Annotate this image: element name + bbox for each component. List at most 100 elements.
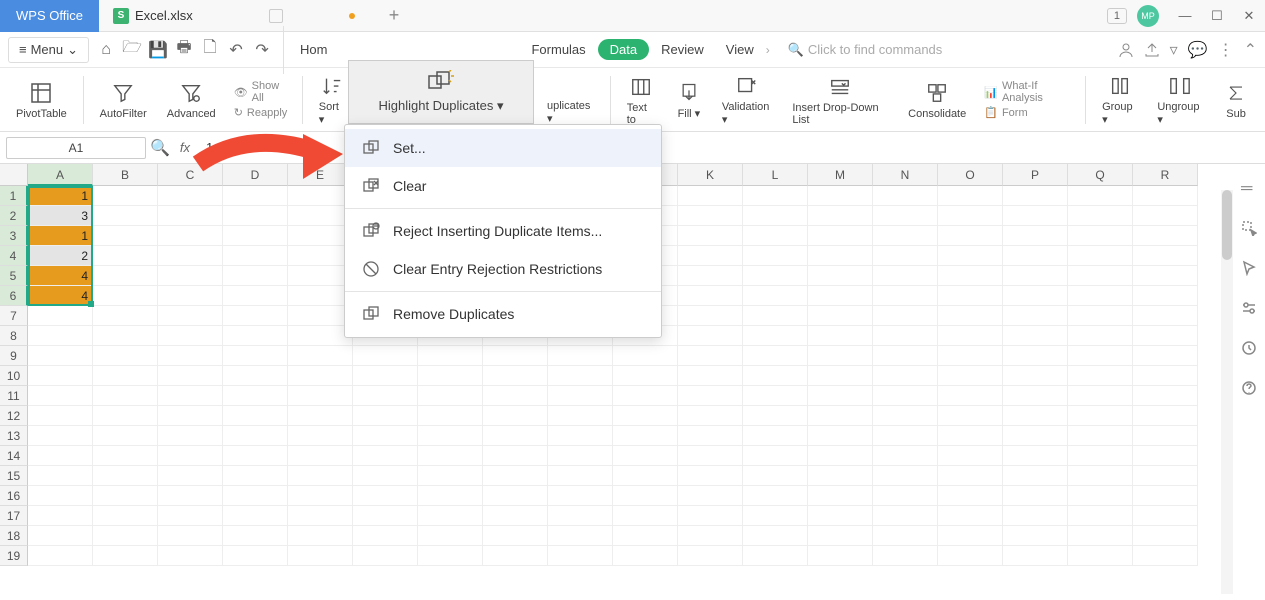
cell-Q1[interactable] [1068, 186, 1133, 206]
cell-K19[interactable] [678, 546, 743, 566]
cell-O19[interactable] [938, 546, 1003, 566]
cell-L18[interactable] [743, 526, 808, 546]
cell-C19[interactable] [158, 546, 223, 566]
cell-L13[interactable] [743, 426, 808, 446]
cell-K4[interactable] [678, 246, 743, 266]
print-icon[interactable]: 🖶 [175, 41, 193, 59]
cell-A17[interactable] [28, 506, 93, 526]
column-header-O[interactable]: O [938, 164, 1003, 186]
cell-D19[interactable] [223, 546, 288, 566]
consolidate-button[interactable]: Consolidate [900, 78, 974, 122]
cell-F10[interactable] [353, 366, 418, 386]
cell-C11[interactable] [158, 386, 223, 406]
notification-badge[interactable]: 1 [1107, 8, 1127, 24]
help-icon[interactable] [1241, 380, 1259, 398]
column-header-D[interactable]: D [223, 164, 288, 186]
cell-K7[interactable] [678, 306, 743, 326]
cell-M10[interactable] [808, 366, 873, 386]
cell-D4[interactable] [223, 246, 288, 266]
cell-O1[interactable] [938, 186, 1003, 206]
cell-K9[interactable] [678, 346, 743, 366]
cell-G10[interactable] [418, 366, 483, 386]
cell-J15[interactable] [613, 466, 678, 486]
cell-B6[interactable] [93, 286, 158, 306]
row-header-15[interactable]: 15 [0, 466, 28, 486]
cell-F12[interactable] [353, 406, 418, 426]
cell-P15[interactable] [1003, 466, 1068, 486]
cell-Q18[interactable] [1068, 526, 1133, 546]
cell-G18[interactable] [418, 526, 483, 546]
share-icon[interactable] [1144, 42, 1160, 58]
cell-D17[interactable] [223, 506, 288, 526]
cell-C14[interactable] [158, 446, 223, 466]
cell-L12[interactable] [743, 406, 808, 426]
preview-icon[interactable]: 🗋 [201, 41, 219, 59]
cell-R17[interactable] [1133, 506, 1198, 526]
cell-D16[interactable] [223, 486, 288, 506]
row-header-16[interactable]: 16 [0, 486, 28, 506]
cell-O11[interactable] [938, 386, 1003, 406]
search-commands[interactable]: 🔍 Click to find commands [788, 42, 943, 58]
cell-B3[interactable] [93, 226, 158, 246]
cell-N5[interactable] [873, 266, 938, 286]
cell-O12[interactable] [938, 406, 1003, 426]
select-tool-icon[interactable] [1241, 220, 1259, 238]
cell-D1[interactable] [223, 186, 288, 206]
cell-L9[interactable] [743, 346, 808, 366]
tab-home[interactable]: Hom [290, 36, 337, 63]
cell-M11[interactable] [808, 386, 873, 406]
tab-review[interactable]: Review [651, 36, 714, 63]
cell-B16[interactable] [93, 486, 158, 506]
cell-D13[interactable] [223, 426, 288, 446]
cell-H9[interactable] [483, 346, 548, 366]
tab-data[interactable]: Data [598, 39, 649, 60]
cell-J19[interactable] [613, 546, 678, 566]
home-icon[interactable]: ⌂ [97, 41, 115, 59]
cell-M17[interactable] [808, 506, 873, 526]
cell-F11[interactable] [353, 386, 418, 406]
cell-D3[interactable] [223, 226, 288, 246]
cell-L5[interactable] [743, 266, 808, 286]
group-button[interactable]: Group ▾ [1094, 71, 1145, 128]
cell-O18[interactable] [938, 526, 1003, 546]
cell-D9[interactable] [223, 346, 288, 366]
row-header-18[interactable]: 18 [0, 526, 28, 546]
cell-I9[interactable] [548, 346, 613, 366]
cell-O15[interactable] [938, 466, 1003, 486]
cell-H13[interactable] [483, 426, 548, 446]
cell-B15[interactable] [93, 466, 158, 486]
cell-R7[interactable] [1133, 306, 1198, 326]
cell-N19[interactable] [873, 546, 938, 566]
highlight-duplicates-button[interactable]: Highlight Duplicates ▾ [348, 60, 534, 124]
cell-B1[interactable] [93, 186, 158, 206]
cell-Q17[interactable] [1068, 506, 1133, 526]
cell-B10[interactable] [93, 366, 158, 386]
cell-D18[interactable] [223, 526, 288, 546]
cell-R1[interactable] [1133, 186, 1198, 206]
cell-M1[interactable] [808, 186, 873, 206]
cell-F16[interactable] [353, 486, 418, 506]
tab-more-icon[interactable]: › [766, 43, 770, 57]
dropdown-clear[interactable]: Clear [345, 167, 661, 205]
window-icon[interactable] [269, 9, 283, 23]
cell-B2[interactable] [93, 206, 158, 226]
cell-K2[interactable] [678, 206, 743, 226]
dropdown-reject[interactable]: Reject Inserting Duplicate Items... [345, 212, 661, 250]
cell-M16[interactable] [808, 486, 873, 506]
cell-N18[interactable] [873, 526, 938, 546]
cell-D15[interactable] [223, 466, 288, 486]
cell-Q8[interactable] [1068, 326, 1133, 346]
cell-B9[interactable] [93, 346, 158, 366]
cell-J9[interactable] [613, 346, 678, 366]
cell-O14[interactable] [938, 446, 1003, 466]
cell-K14[interactable] [678, 446, 743, 466]
cell-C15[interactable] [158, 466, 223, 486]
cell-H15[interactable] [483, 466, 548, 486]
cell-K5[interactable] [678, 266, 743, 286]
cell-E13[interactable] [288, 426, 353, 446]
pivottable-button[interactable]: PivotTable [8, 78, 75, 122]
zoom-out-icon[interactable]: 🔍 [150, 138, 170, 158]
row-header-7[interactable]: 7 [0, 306, 28, 326]
cell-L16[interactable] [743, 486, 808, 506]
cell-D6[interactable] [223, 286, 288, 306]
